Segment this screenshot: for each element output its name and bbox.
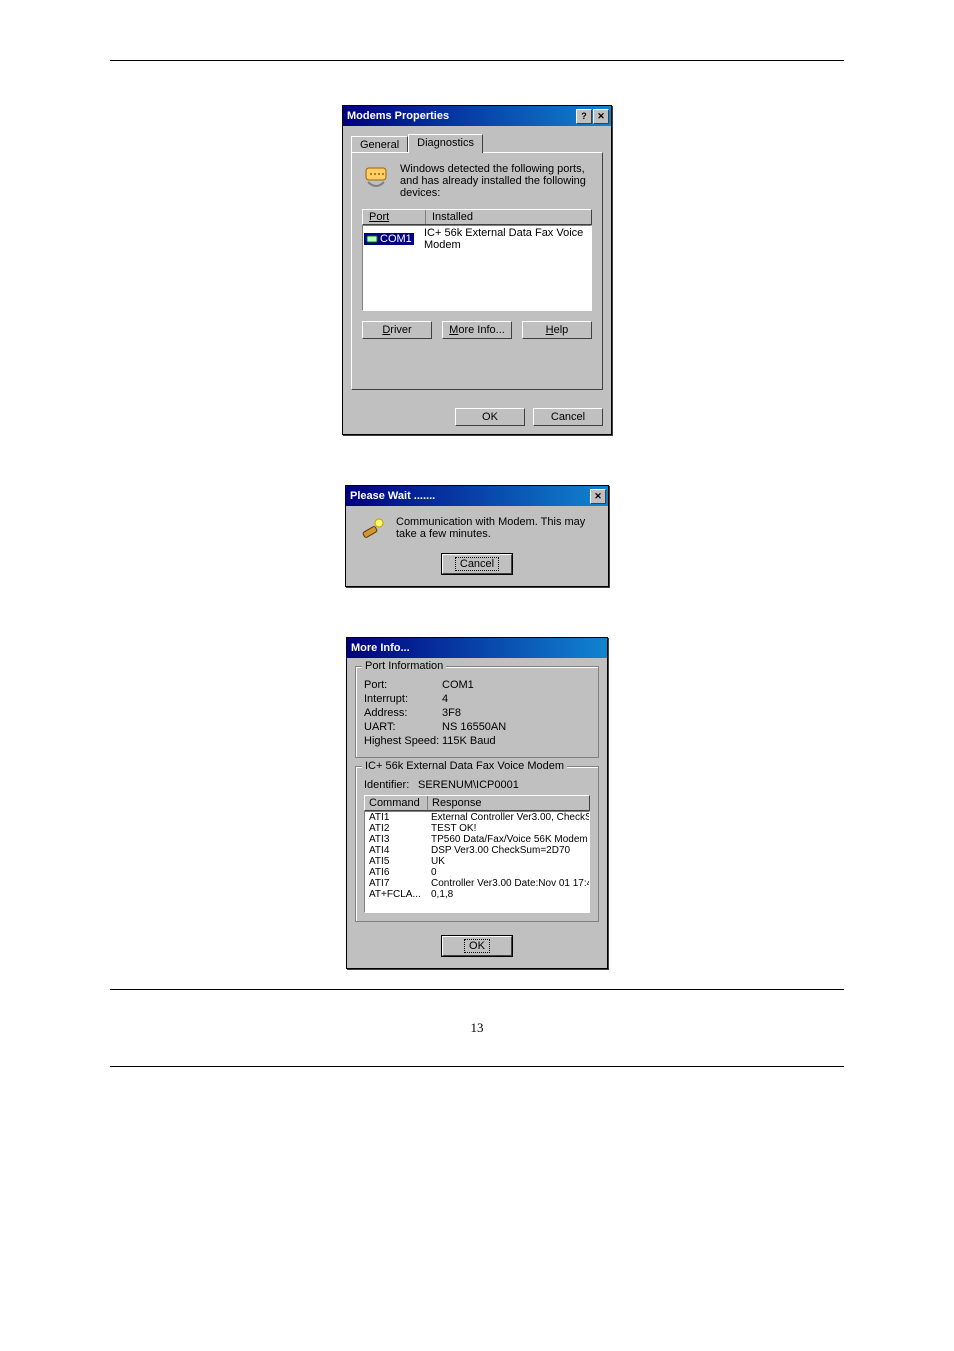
group-legend: IC+ 56k External Data Fax Voice Modem (362, 760, 567, 772)
modems-properties-dialog: Modems Properties ? ✕ General Diagnostic… (342, 105, 612, 435)
group-legend: Port Information (362, 660, 446, 672)
table-row: ATI5UK (365, 856, 589, 867)
value-highest-speed: 115K Baud (442, 735, 496, 747)
please-wait-dialog: Please Wait ....... ✕ Communication with… (345, 485, 609, 587)
bottom-rule (110, 1066, 844, 1067)
value-uart: NS 16550AN (442, 721, 506, 733)
label-port: Port: (364, 679, 442, 691)
cancel-button[interactable]: Cancel (442, 554, 512, 574)
value-address: 3F8 (442, 707, 461, 719)
response-table-header: Command Response (364, 795, 590, 811)
close-icon[interactable]: ✕ (590, 489, 606, 504)
port-info-group: Port Information Port:COM1 Interrupt:4 A… (355, 666, 599, 758)
table-row: AT+FCLA...0,1,8 (365, 889, 589, 900)
table-row: ATI4DSP Ver3.00 CheckSum=2D70 (365, 845, 589, 856)
col-port[interactable]: Port (363, 210, 426, 224)
ports-list[interactable]: COM1 IC+ 56k External Data Fax Voice Mod… (362, 225, 592, 311)
window-title: More Info... (351, 642, 410, 654)
window-title: Please Wait ....... (350, 490, 435, 502)
intro-text: Windows detected the following ports, an… (400, 163, 592, 199)
label-interrupt: Interrupt: (364, 693, 442, 705)
tab-strip: General Diagnostics (351, 134, 603, 153)
value-interrupt: 4 (442, 693, 448, 705)
driver-button[interactable]: Driver (362, 321, 432, 339)
port-name: COM1 (380, 233, 412, 245)
table-row: ATI3TP560 Data/Fax/Voice 56K Modem (365, 834, 589, 845)
table-row: ATI2TEST OK! (365, 823, 589, 834)
help-button[interactable]: Help (522, 321, 592, 339)
page-number: 13 (110, 1020, 844, 1036)
flashlight-icon (358, 516, 386, 544)
tab-general[interactable]: General (351, 136, 408, 153)
col-response[interactable]: Response (428, 796, 589, 810)
help-icon[interactable]: ? (576, 109, 592, 124)
col-command[interactable]: Command (365, 796, 428, 810)
titlebar: More Info... (347, 638, 607, 658)
list-item[interactable]: COM1 IC+ 56k External Data Fax Voice Mod… (364, 227, 590, 251)
titlebar: Modems Properties ? ✕ (343, 106, 611, 126)
label-identifier: Identifier: (364, 779, 418, 791)
close-icon[interactable]: ✕ (593, 109, 609, 124)
installed-device: IC+ 56k External Data Fax Voice Modem (418, 227, 590, 251)
diagnostics-panel: Windows detected the following ports, an… (351, 152, 603, 390)
table-row: ATI1External Controller Ver3.00, CheckSu… (365, 812, 589, 823)
footer-rule (110, 989, 844, 990)
col-installed[interactable]: Installed (426, 210, 591, 224)
table-row: ATI7Controller Ver3.00 Date:Nov 01 17:40… (365, 878, 589, 889)
ok-button[interactable]: OK (442, 936, 512, 956)
tab-diagnostics[interactable]: Diagnostics (408, 134, 483, 153)
response-table[interactable]: ATI1External Controller Ver3.00, CheckSu… (364, 811, 590, 913)
titlebar: Please Wait ....... ✕ (346, 486, 608, 506)
modem-info-group: IC+ 56k External Data Fax Voice Modem Id… (355, 766, 599, 922)
table-row: ATI60 (365, 867, 589, 878)
value-identifier: SERENUM\ICP0001 (418, 779, 519, 791)
ok-button[interactable]: OK (455, 408, 525, 426)
value-port: COM1 (442, 679, 474, 691)
ports-header: Port Installed (362, 209, 592, 225)
serial-port-icon (362, 163, 390, 191)
wait-message: Communication with Modem. This may take … (396, 516, 596, 540)
cancel-button[interactable]: Cancel (533, 408, 603, 426)
label-highest-speed: Highest Speed: (364, 735, 442, 747)
more-info-button[interactable]: More Info... (442, 321, 512, 339)
com-port-icon (366, 233, 378, 245)
label-uart: UART: (364, 721, 442, 733)
label-address: Address: (364, 707, 442, 719)
more-info-dialog: More Info... Port Information Port:COM1 … (346, 637, 608, 969)
window-title: Modems Properties (347, 110, 449, 122)
